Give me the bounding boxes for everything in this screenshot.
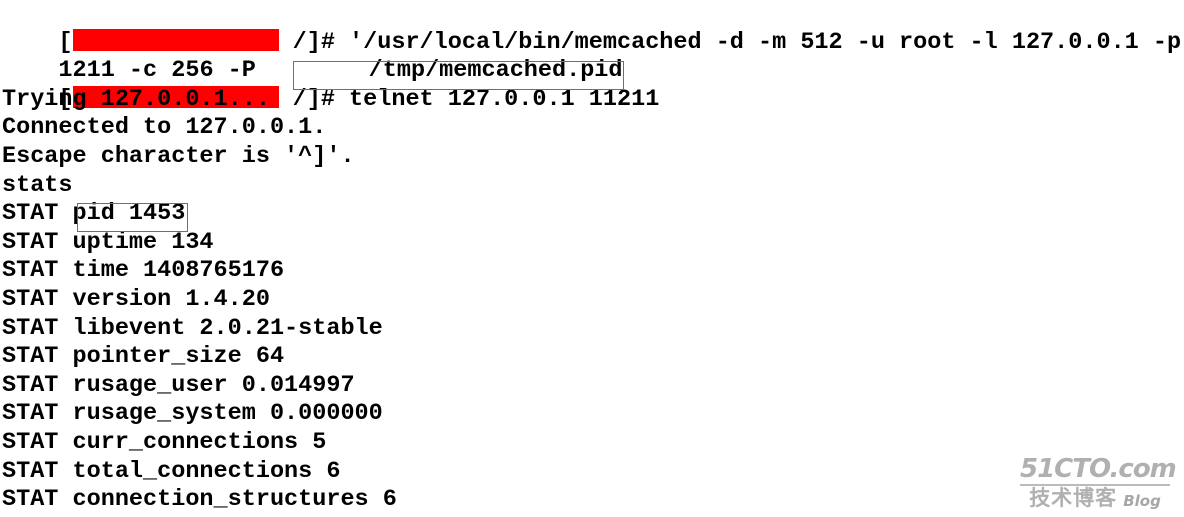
terminal-line: STAT pointer_size 64 — [0, 343, 1184, 372]
stat-line-text: STAT rusage_user 0.014997 — [2, 371, 355, 399]
stats-input-text: stats — [2, 171, 73, 199]
watermark: 51CTO.com 技术博客 Blog — [1020, 454, 1177, 509]
stat-line-text: STAT time 1408765176 — [2, 257, 285, 285]
terminal-window[interactable]: [ /]# '/usr/local/bin/memcached -d -m 51… — [0, 0, 1184, 517]
terminal-line: STAT version 1.4.20 — [0, 286, 1184, 315]
terminal-line: STAT time 1408765176 — [0, 257, 1184, 286]
terminal-line: STAT pid 1453 — [0, 200, 1184, 229]
terminal-line: 1211 -c 256 -P /tmp/memcached.pid — [0, 29, 1184, 84]
terminal-line: Connected to 127.0.0.1. — [0, 114, 1184, 143]
watermark-subrow: 技术博客 Blog — [1020, 488, 1170, 509]
stat-line-text: STAT pid 1453 — [2, 200, 186, 228]
stat-line-text: STAT rusage_system 0.000000 — [2, 400, 383, 428]
watermark-blog-text: Blog — [1123, 492, 1161, 510]
terminal-line: stats — [0, 172, 1184, 201]
stat-line-text: STAT version 1.4.20 — [2, 285, 270, 313]
watermark-main-text: 51CTO.com — [1020, 454, 1177, 486]
stat-line-text: STAT pointer_size 64 — [2, 343, 285, 371]
stat-line-text: STAT connection_structures 6 — [2, 486, 397, 514]
terminal-line: [ /]# telnet 127.0.0.1 11211 — [0, 57, 1184, 113]
terminal-line: STAT rusage_system 0.000000 — [0, 400, 1184, 429]
terminal-line: STAT libevent 2.0.21-stable — [0, 315, 1184, 344]
output-text: Connected to 127.0.0.1. — [2, 114, 327, 142]
stat-line-text: STAT total_connections 6 — [2, 457, 341, 485]
stat-line-text: STAT libevent 2.0.21-stable — [2, 314, 383, 342]
terminal-line: Escape character is '^]'. — [0, 143, 1184, 172]
stat-line-text: STAT curr_connections 5 — [2, 428, 327, 456]
terminal-line: Trying 127.0.0.1... — [0, 86, 1184, 115]
terminal-line: STAT uptime 134 — [0, 229, 1184, 258]
stat-line-text: STAT uptime 134 — [2, 228, 214, 256]
terminal-line: STAT rusage_user 0.014997 — [0, 372, 1184, 401]
terminal-line: STAT curr_connections 5 — [0, 429, 1184, 458]
terminal-line: STAT total_connections 6 — [0, 458, 1184, 487]
output-text: Trying 127.0.0.1... — [2, 85, 270, 113]
terminal-line: [ /]# '/usr/local/bin/memcached -d -m 51… — [0, 0, 1184, 56]
watermark-chinese-text: 技术博客 — [1029, 486, 1118, 510]
output-text: Escape character is '^]'. — [2, 142, 355, 170]
terminal-line: STAT connection_structures 6 — [0, 486, 1184, 515]
